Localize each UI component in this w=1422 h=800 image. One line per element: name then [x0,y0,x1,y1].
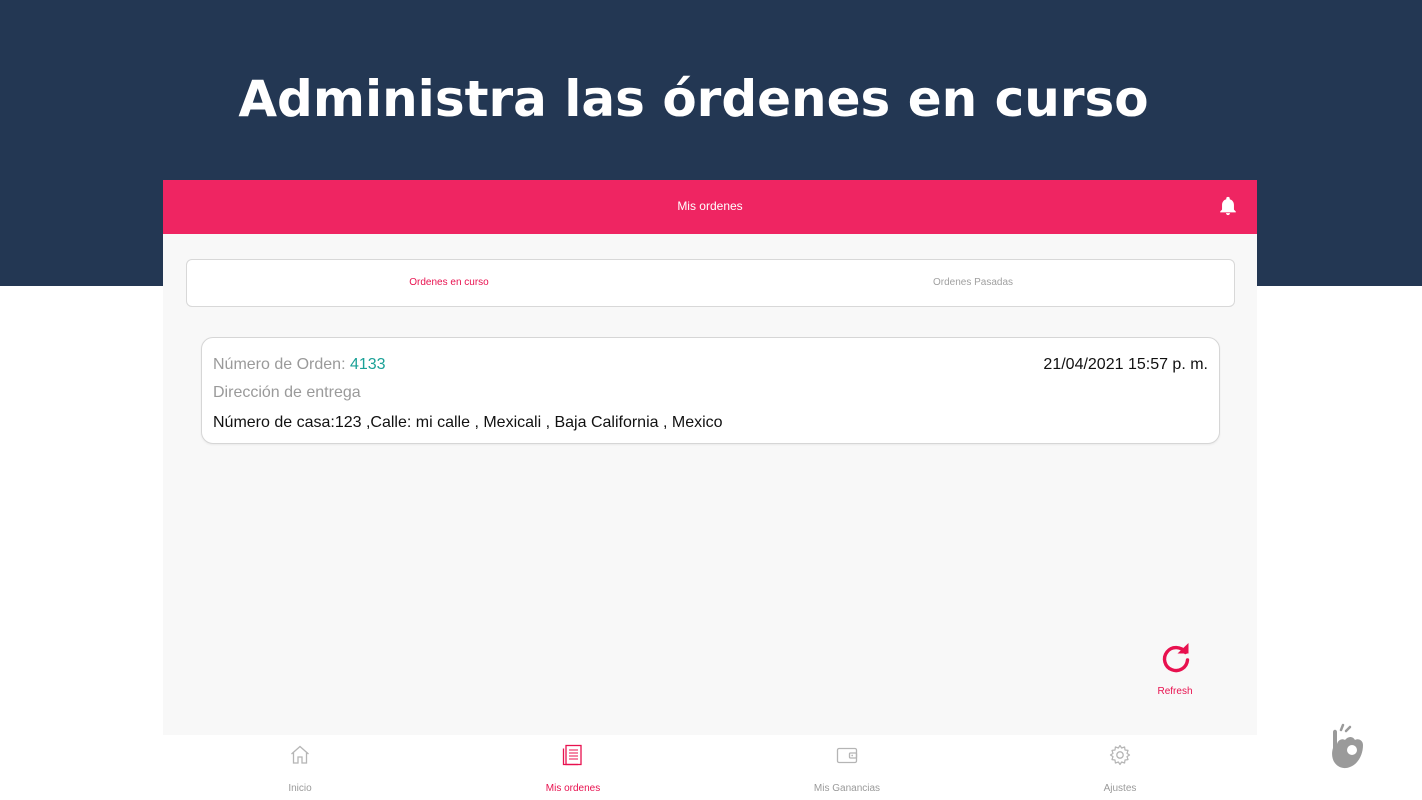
order-tabs: Ordenes en curso Ordenes Pasadas [186,259,1235,307]
order-number-label: Número de Orden: [213,356,350,373]
orders-icon [562,744,582,766]
order-card[interactable]: Número de Orden: 4133 21/04/2021 15:57 p… [201,337,1220,444]
refresh-icon [1162,643,1190,673]
nav-label-mis-ordenes: Mis ordenes [545,783,601,794]
nav-label-inicio: Inicio [288,783,312,794]
address-value: Número de casa:123 ,Calle: mi calle , Me… [213,414,723,431]
app-header: Mis ordenes [163,180,1257,234]
bottom-nav: Inicio Mis ordenes Mis Ganancias Ajustes [163,735,1257,800]
bell-icon[interactable] [1217,195,1239,217]
banner-title: Administra las órdenes en curso [238,70,1149,128]
refresh-button[interactable]: Refresh [1148,642,1202,702]
order-number-row: Número de Orden: 4133 [213,356,386,374]
hand-logo-icon [1332,723,1363,769]
refresh-label: Refresh [1157,686,1193,697]
nav-item-inicio[interactable]: Inicio [240,743,360,795]
nav-item-mis-ganancias[interactable]: Mis Ganancias [787,743,907,795]
nav-item-ajustes[interactable]: Ajustes [1060,743,1180,795]
order-date: 21/04/2021 15:57 p. m. [1043,356,1208,373]
page: Administra las órdenes en curso Mis orde… [0,0,1422,800]
nav-item-mis-ordenes[interactable]: Mis ordenes [513,743,633,795]
address-label: Dirección de entrega [213,384,361,401]
gear-icon [1109,744,1131,766]
app-header-title: Mis ordenes [677,199,743,213]
home-icon [291,745,309,764]
tab-ordenes-pasadas[interactable]: Ordenes Pasadas [711,277,1235,288]
tab-ordenes-en-curso[interactable]: Ordenes en curso [187,277,711,288]
nav-label-mis-ganancias: Mis Ganancias [813,783,881,794]
order-number: 4133 [349,356,386,373]
app-screen: Mis ordenes Ordenes en curso Ordenes Pas… [163,180,1257,735]
wallet-icon [836,747,858,764]
nav-label-ajustes: Ajustes [1103,783,1137,794]
